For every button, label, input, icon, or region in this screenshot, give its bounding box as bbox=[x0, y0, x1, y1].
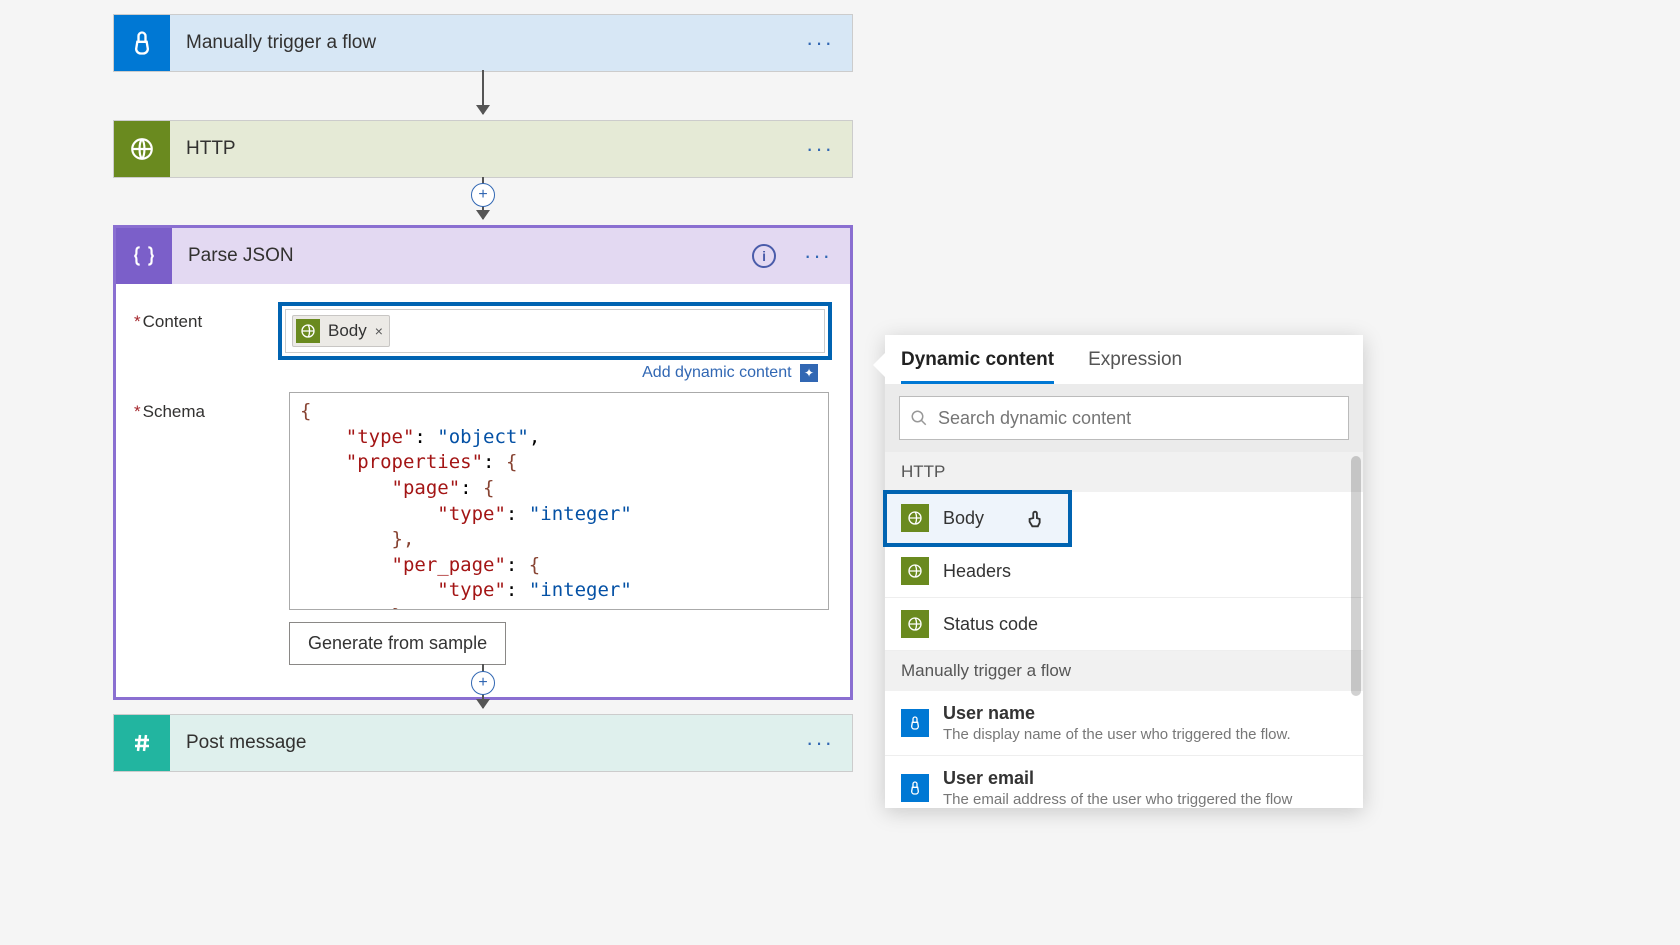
search-icon bbox=[910, 409, 928, 427]
tab-dynamic-content[interactable]: Dynamic content bbox=[901, 349, 1054, 384]
dyn-item-user-name[interactable]: User name The display name of the user w… bbox=[885, 691, 1363, 756]
dyn-item-body[interactable]: Body bbox=[885, 492, 1070, 545]
globe-icon bbox=[901, 557, 929, 585]
content-input[interactable]: Body × bbox=[285, 309, 825, 353]
globe-icon bbox=[901, 504, 929, 532]
token-remove[interactable]: × bbox=[375, 323, 383, 339]
step-trigger[interactable]: Manually trigger a flow ··· bbox=[113, 14, 853, 72]
step-post-message[interactable]: Post message ··· bbox=[113, 714, 853, 772]
step-parse-title: Parse JSON bbox=[172, 245, 752, 267]
dyn-group-http: HTTP bbox=[885, 452, 1363, 492]
dyn-item-user-email[interactable]: User email The email address of the user… bbox=[885, 756, 1363, 808]
step-post-menu[interactable]: ··· bbox=[788, 730, 852, 756]
dyn-item-headers[interactable]: Headers bbox=[885, 545, 1363, 598]
connector-arrow bbox=[482, 70, 484, 114]
step-post-title: Post message bbox=[170, 732, 788, 754]
scrollbar[interactable] bbox=[1351, 456, 1361, 696]
step-http-title: HTTP bbox=[170, 138, 788, 160]
add-step-button[interactable]: + bbox=[471, 671, 495, 695]
cursor-icon bbox=[1025, 506, 1047, 532]
add-step-button[interactable]: + bbox=[471, 183, 495, 207]
schema-editor[interactable]: { "type": "object", "properties": { "pag… bbox=[289, 392, 829, 610]
step-parse-json: Parse JSON i ··· *Content Body bbox=[113, 225, 853, 700]
generate-sample-button[interactable]: Generate from sample bbox=[289, 622, 506, 665]
content-highlight: Body × bbox=[278, 302, 832, 360]
add-dynamic-link[interactable]: Add dynamic content bbox=[642, 364, 791, 381]
dyn-group-trigger: Manually trigger a flow bbox=[885, 651, 1363, 691]
touch-icon bbox=[114, 15, 170, 71]
tab-expression[interactable]: Expression bbox=[1088, 349, 1182, 384]
dynamic-sparkle-icon[interactable]: ✦ bbox=[800, 364, 818, 382]
braces-icon bbox=[116, 228, 172, 284]
globe-icon bbox=[901, 610, 929, 638]
body-token[interactable]: Body × bbox=[292, 315, 390, 347]
info-icon[interactable]: i bbox=[752, 244, 776, 268]
step-http-menu[interactable]: ··· bbox=[788, 136, 852, 162]
step-parse-menu[interactable]: ··· bbox=[786, 243, 850, 269]
step-trigger-menu[interactable]: ··· bbox=[788, 30, 852, 56]
dynamic-search-input[interactable] bbox=[938, 408, 1338, 429]
globe-icon bbox=[296, 319, 320, 343]
hash-icon bbox=[114, 715, 170, 771]
content-label: *Content bbox=[134, 302, 278, 382]
globe-icon bbox=[114, 121, 170, 177]
dyn-item-status-code[interactable]: Status code bbox=[885, 598, 1363, 651]
dynamic-content-panel: Dynamic content Expression HTTP Body bbox=[885, 335, 1363, 808]
touch-icon bbox=[901, 774, 929, 802]
touch-icon bbox=[901, 709, 929, 737]
step-http[interactable]: HTTP ··· bbox=[113, 120, 853, 178]
dynamic-search[interactable] bbox=[899, 396, 1349, 440]
step-trigger-title: Manually trigger a flow bbox=[170, 32, 788, 54]
schema-label: *Schema bbox=[134, 392, 289, 665]
